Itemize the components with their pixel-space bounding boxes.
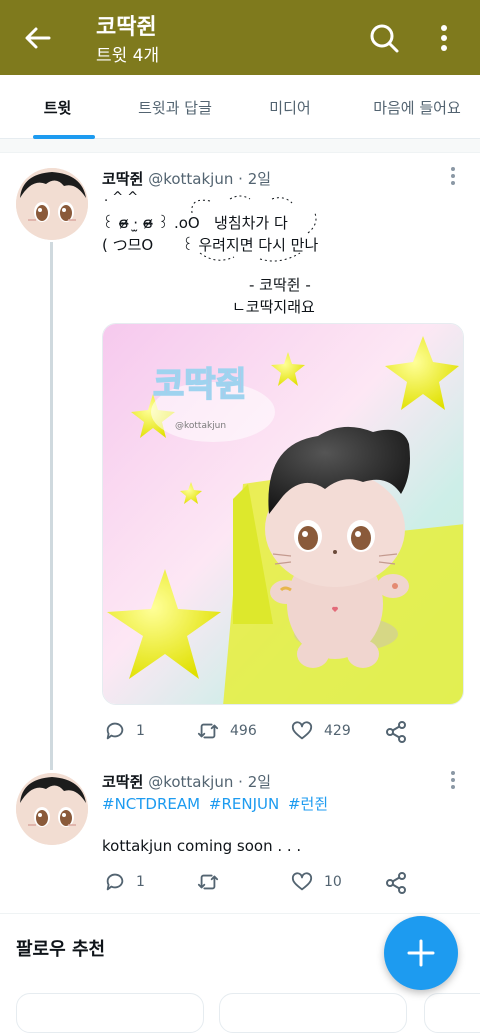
reply-icon bbox=[106, 873, 124, 891]
profile-tabs: 트윗 트윗과 답글 미디어 마음에 들어요 bbox=[0, 75, 480, 139]
search-icon[interactable] bbox=[368, 22, 400, 54]
tab-label: 미디어 bbox=[269, 98, 311, 117]
separator-dot: · bbox=[238, 773, 243, 791]
more-vertical-icon[interactable] bbox=[432, 22, 456, 54]
sign-subtext: @kottakjun bbox=[175, 421, 226, 431]
tweet-time[interactable]: 2일 bbox=[248, 170, 271, 188]
hashtag-link[interactable]: #런쥔 bbox=[288, 795, 328, 813]
tab-label: 트윗과 답글 bbox=[138, 98, 212, 117]
reply-button[interactable]: 1 bbox=[104, 871, 145, 893]
reply-count: 1 bbox=[136, 874, 145, 890]
section-divider bbox=[0, 913, 480, 914]
tab-tweets-and-replies[interactable]: 트윗과 답글 bbox=[120, 75, 230, 139]
tweet-text-line: . ^ ^ bbox=[104, 190, 139, 205]
retweet-icon bbox=[197, 874, 219, 890]
retweet-button[interactable] bbox=[196, 871, 230, 893]
retweet-button[interactable]: 496 bbox=[196, 720, 257, 742]
like-count: 10 bbox=[324, 874, 342, 890]
tweet-more-icon[interactable] bbox=[448, 770, 458, 790]
share-button[interactable] bbox=[384, 720, 418, 744]
follow-suggestion-card[interactable] bbox=[16, 993, 204, 1033]
hashtag-link[interactable]: #NCTDREAM bbox=[102, 795, 200, 813]
avatar[interactable] bbox=[16, 773, 88, 845]
dotted-cloud-icon bbox=[191, 195, 317, 262]
author-handle[interactable]: @kottakjun bbox=[148, 773, 233, 791]
tweet-header: 코딱쥔 @kottakjun · 2일 bbox=[102, 168, 271, 189]
follow-suggestion-card[interactable] bbox=[219, 993, 407, 1033]
tweet-time[interactable]: 2일 bbox=[248, 773, 271, 791]
tab-label: 마음에 들어요 bbox=[373, 98, 461, 117]
tweet-count: 트윗 4개 bbox=[96, 46, 160, 66]
tweet-more-icon[interactable] bbox=[448, 166, 458, 186]
hashtag-list: #NCTDREAM #RENJUN #런쥔 bbox=[102, 793, 332, 814]
tweet-text-line: ㄴ코딱지래요 bbox=[232, 298, 315, 316]
avatar[interactable] bbox=[16, 168, 88, 240]
arrow-left-icon[interactable] bbox=[22, 22, 54, 54]
author-handle[interactable]: @kottakjun bbox=[148, 170, 233, 188]
author-name[interactable]: 코딱쥔 bbox=[102, 773, 143, 791]
tab-tweets[interactable]: 트윗 bbox=[0, 75, 115, 139]
tweet-media-image[interactable]: 코딱쥔 @kottakjun bbox=[102, 323, 464, 705]
retweet-count: 496 bbox=[230, 723, 257, 739]
sign-text: 코딱쥔 bbox=[153, 365, 247, 405]
tab-likes[interactable]: 마음에 들어요 bbox=[362, 75, 472, 139]
separator-dot: · bbox=[238, 170, 243, 188]
section-gap bbox=[0, 139, 480, 153]
tweet-header: 코딱쥔 @kottakjun · 2일 bbox=[102, 771, 271, 792]
like-count: 429 bbox=[324, 723, 351, 739]
heart-icon bbox=[291, 872, 313, 891]
retweet-icon bbox=[197, 723, 219, 739]
tab-media[interactable]: 미디어 bbox=[245, 75, 335, 139]
plus-icon bbox=[407, 939, 435, 967]
like-button[interactable]: 429 bbox=[290, 720, 351, 742]
share-icon bbox=[386, 872, 406, 894]
author-name[interactable]: 코딱쥔 bbox=[102, 170, 143, 188]
tweet-text-line: - 코딱쥔 - bbox=[249, 276, 311, 294]
tab-label: 트윗 bbox=[43, 98, 72, 117]
reply-button[interactable]: 1 bbox=[104, 720, 145, 742]
thread-connector-line bbox=[50, 242, 53, 770]
compose-tweet-button[interactable] bbox=[384, 916, 458, 990]
follow-suggestions-title: 팔로우 추천 bbox=[16, 939, 106, 960]
share-button[interactable] bbox=[384, 871, 418, 895]
reply-icon bbox=[106, 722, 124, 740]
heart-icon bbox=[291, 721, 313, 740]
hashtag-link[interactable]: #RENJUN bbox=[209, 795, 279, 813]
share-icon bbox=[386, 721, 406, 743]
profile-name-title: 코딱쥔 bbox=[96, 15, 157, 40]
like-button[interactable]: 10 bbox=[290, 871, 342, 893]
reply-count: 1 bbox=[136, 723, 145, 739]
tweet-text: kottakjun coming soon . . . bbox=[102, 837, 302, 855]
follow-suggestion-card[interactable] bbox=[424, 993, 480, 1033]
profile-header-bar: 코딱쥔 트윗 4개 bbox=[0, 0, 480, 75]
